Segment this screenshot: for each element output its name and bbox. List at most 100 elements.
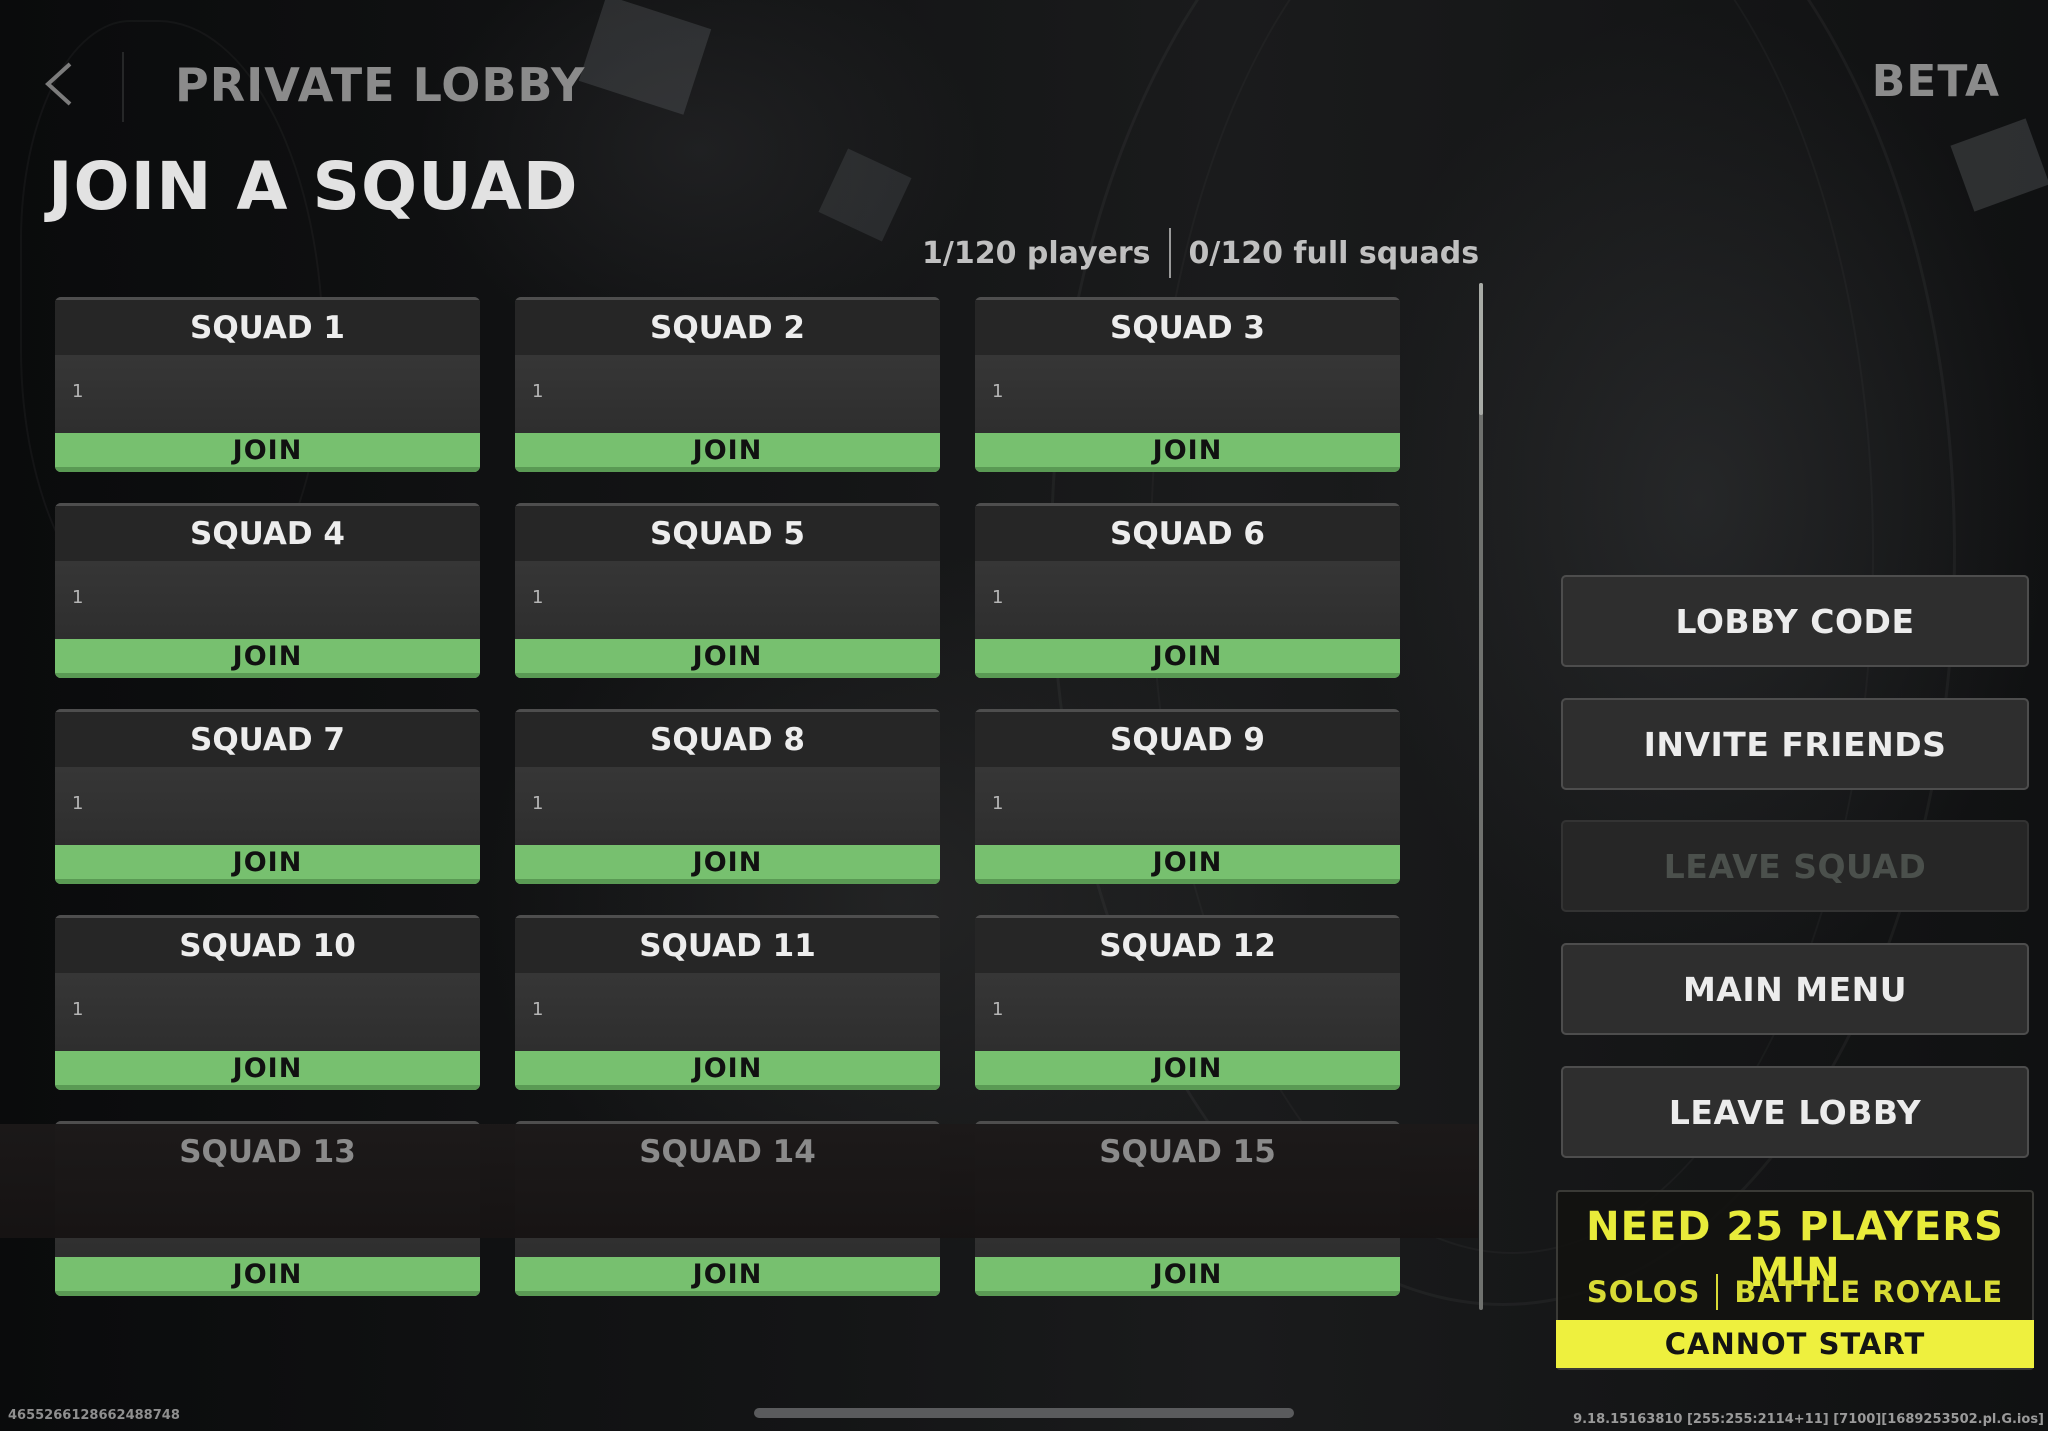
squad-card-title: SQUAD 12 (975, 915, 1400, 973)
squad-player-slot: 1 (55, 561, 480, 639)
squad-player-slot: 1 (975, 561, 1400, 639)
page-heading: JOIN A SQUAD (48, 148, 579, 225)
cannot-start-button[interactable]: CANNOT START (1556, 1320, 2034, 1368)
screen-title: PRIVATE LOBBY (175, 58, 586, 112)
join-squad-button[interactable]: JOIN (515, 433, 940, 472)
leave-lobby-button[interactable]: LEAVE LOBBY (1561, 1066, 2029, 1158)
player-slot-number: 1 (532, 587, 544, 608)
squad-card-title: SQUAD 3 (975, 297, 1400, 355)
mode-divider (1716, 1274, 1719, 1310)
squad-card: SQUAD 9 1 JOIN (975, 709, 1400, 884)
squad-card-title: SQUAD 1 (55, 297, 480, 355)
squad-player-slot: 1 (515, 973, 940, 1051)
background-light (578, 0, 712, 115)
squad-player-slot (55, 1179, 480, 1257)
squad-card: SQUAD 1 1 JOIN (55, 297, 480, 472)
join-squad-button[interactable]: JOIN (975, 845, 1400, 884)
squad-card-title: SQUAD 9 (975, 709, 1400, 767)
leave-squad-button[interactable]: LEAVE SQUAD (1561, 820, 2029, 912)
squad-card-title: SQUAD 5 (515, 503, 940, 561)
squad-card-title: SQUAD 11 (515, 915, 940, 973)
squad-grid: SQUAD 1 1 JOIN SQUAD 2 1 JOIN SQUAD 3 1 JOIN SQUA… (55, 297, 1400, 1296)
background-light (1950, 118, 2048, 212)
player-slot-number: 1 (72, 999, 84, 1020)
join-squad-button[interactable]: JOIN (975, 433, 1400, 472)
squad-player-slot: 1 (55, 973, 480, 1051)
home-indicator[interactable] (754, 1408, 1294, 1418)
squad-card-title: SQUAD 2 (515, 297, 940, 355)
player-slot-number: 1 (992, 381, 1004, 402)
squad-player-slot: 1 (515, 355, 940, 433)
join-squad-button[interactable]: JOIN (515, 1257, 940, 1296)
squad-player-slot: 1 (515, 561, 940, 639)
player-slot-number: 1 (992, 793, 1004, 814)
squad-player-slot: 1 (975, 973, 1400, 1051)
join-squad-button[interactable]: JOIN (55, 1051, 480, 1090)
chevron-left-icon[interactable] (40, 60, 76, 108)
player-slot-number: 1 (72, 793, 84, 814)
squad-card: SQUAD 8 1 JOIN (515, 709, 940, 884)
squad-player-slot: 1 (515, 767, 940, 845)
squad-card-title: SQUAD 14 (515, 1121, 940, 1179)
start-status-panel: NEED 25 PLAYERS MIN SOLOS BATTLE ROYALE … (1556, 1190, 2034, 1370)
squad-card: SQUAD 14 JOIN (515, 1121, 940, 1296)
squad-player-slot: 1 (55, 355, 480, 433)
join-squad-button[interactable]: JOIN (55, 845, 480, 884)
background-light (818, 148, 912, 242)
join-squad-button[interactable]: JOIN (55, 639, 480, 678)
player-slot-number: 1 (72, 587, 84, 608)
join-squad-button[interactable]: JOIN (515, 639, 940, 678)
squad-card: SQUAD 6 1 JOIN (975, 503, 1400, 678)
squad-player-slot (515, 1179, 940, 1257)
join-squad-button[interactable]: JOIN (55, 1257, 480, 1296)
lobby-stats: 1/120 players 0/120 full squads (922, 228, 1480, 278)
player-slot-number: 1 (532, 793, 544, 814)
join-squad-button[interactable]: JOIN (515, 1051, 940, 1090)
player-count: 1/120 players (922, 235, 1151, 271)
squad-card-title: SQUAD 7 (55, 709, 480, 767)
player-slot-number: 1 (992, 999, 1004, 1020)
squad-card: SQUAD 4 1 JOIN (55, 503, 480, 678)
squad-card: SQUAD 13 JOIN (55, 1121, 480, 1296)
scrollbar-track[interactable] (1479, 283, 1483, 1310)
join-squad-button[interactable]: JOIN (975, 639, 1400, 678)
join-squad-button[interactable]: JOIN (515, 845, 940, 884)
squad-player-slot (975, 1179, 1400, 1257)
squad-card: SQUAD 5 1 JOIN (515, 503, 940, 678)
player-slot-number: 1 (72, 381, 84, 402)
squad-card: SQUAD 15 JOIN (975, 1121, 1400, 1296)
game-mode-info: SOLOS BATTLE ROYALE (1556, 1274, 2034, 1310)
lobby-code-button[interactable]: LOBBY CODE (1561, 575, 2029, 667)
beta-label: BETA (1871, 56, 2000, 107)
version-info: 9.18.15163810 [255:255:2114+11] [7100][1… (1573, 1412, 2044, 1427)
squad-card-title: SQUAD 4 (55, 503, 480, 561)
game-type-label: BATTLE ROYALE (1734, 1275, 2004, 1309)
invite-friends-button[interactable]: INVITE FRIENDS (1561, 698, 2029, 790)
squad-player-slot: 1 (55, 767, 480, 845)
squad-card: SQUAD 2 1 JOIN (515, 297, 940, 472)
squad-card: SQUAD 3 1 JOIN (975, 297, 1400, 472)
build-id: 465526612866248874​8 (8, 1408, 180, 1423)
squad-card: SQUAD 10 1 JOIN (55, 915, 480, 1090)
join-squad-button[interactable]: JOIN (55, 433, 480, 472)
scrollbar-thumb[interactable] (1479, 283, 1483, 415)
squad-card: SQUAD 12 1 JOIN (975, 915, 1400, 1090)
player-slot-number: 1 (992, 587, 1004, 608)
player-slot-number: 1 (532, 999, 544, 1020)
squad-card-title: SQUAD 8 (515, 709, 940, 767)
player-slot-number: 1 (532, 381, 544, 402)
full-squads-count: 0/120 full squads (1188, 235, 1480, 271)
squad-card-title: SQUAD 15 (975, 1121, 1400, 1179)
join-squad-button[interactable]: JOIN (975, 1257, 1400, 1296)
squad-player-slot: 1 (975, 355, 1400, 433)
squad-card-title: SQUAD 13 (55, 1121, 480, 1179)
squad-card-title: SQUAD 10 (55, 915, 480, 973)
main-menu-button[interactable]: MAIN MENU (1561, 943, 2029, 1035)
squad-card: SQUAD 11 1 JOIN (515, 915, 940, 1090)
stats-divider (1168, 228, 1171, 278)
mode-label: SOLOS (1586, 1275, 1701, 1309)
squad-card: SQUAD 7 1 JOIN (55, 709, 480, 884)
header-divider (122, 52, 124, 122)
squad-card-title: SQUAD 6 (975, 503, 1400, 561)
join-squad-button[interactable]: JOIN (975, 1051, 1400, 1090)
